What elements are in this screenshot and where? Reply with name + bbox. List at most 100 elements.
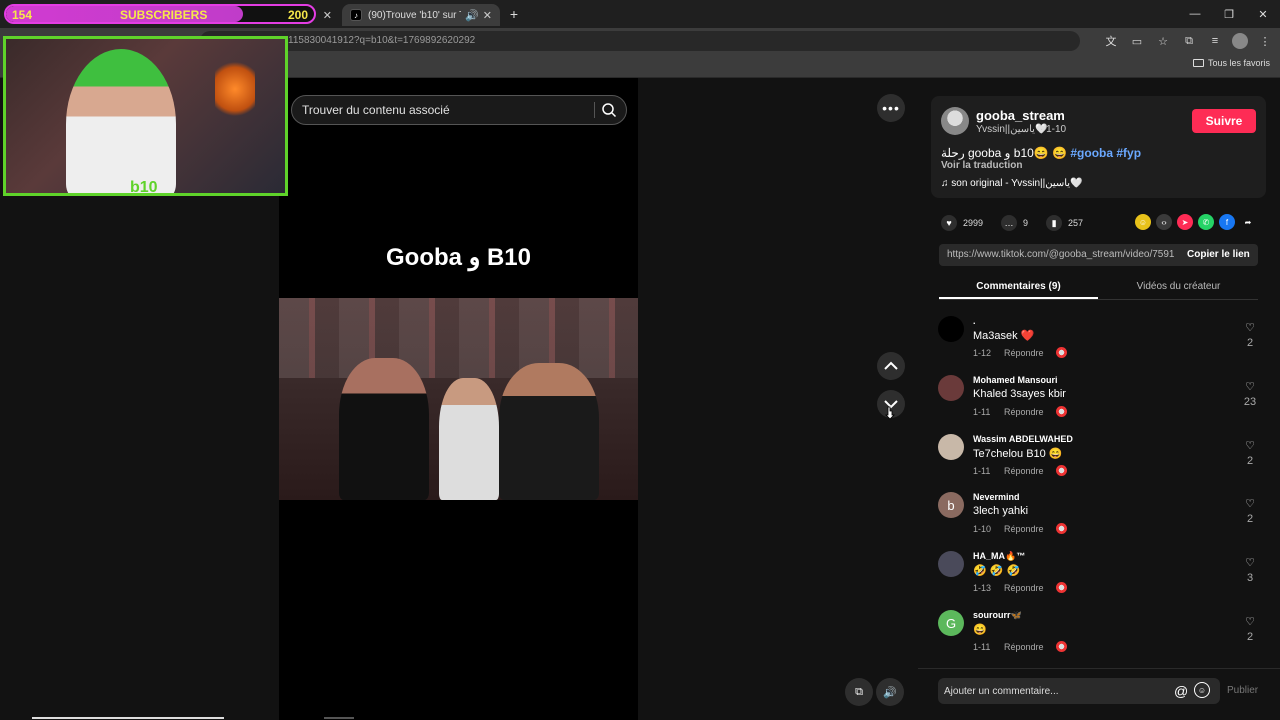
- creator-liked-icon: [1056, 406, 1067, 417]
- comment-text: 3lech yahki: [973, 505, 1029, 517]
- tab-divider: [939, 299, 1258, 300]
- new-tab-button[interactable]: +: [504, 4, 524, 24]
- post-date: · 1-10: [1040, 124, 1067, 135]
- translate-icon[interactable]: 文: [1102, 31, 1120, 51]
- comment-item: HA_MA🔥™ 🤣 🤣 🤣 1-13 Répondre ♡ 3: [938, 551, 1258, 607]
- share-icon[interactable]: ➦: [1240, 214, 1256, 230]
- music-info[interactable]: ♫ son original - Yvssin||ياسين🤍: [941, 178, 1083, 189]
- tab-comments[interactable]: Commentaires (9): [939, 281, 1098, 292]
- like-icon[interactable]: ♡: [1244, 439, 1256, 452]
- cast-icon[interactable]: ▭: [1128, 31, 1146, 51]
- emoji-icon[interactable]: ☺: [1194, 682, 1210, 698]
- commenter-avatar[interactable]: [938, 551, 964, 577]
- restore-button[interactable]: ❐: [1212, 0, 1246, 28]
- commenter-avatar[interactable]: [938, 434, 964, 460]
- extensions-icon[interactable]: ⧉: [1180, 31, 1198, 51]
- close-tab-icon[interactable]: ✕: [323, 9, 332, 22]
- video-person: [339, 358, 429, 500]
- creator-liked-icon: [1056, 465, 1067, 476]
- search-icon[interactable]: [601, 102, 617, 118]
- cursor-icon: [885, 406, 895, 420]
- creator-nickname: Yvssin||ياسين🤍: [976, 124, 1048, 135]
- all-bookmarks-button[interactable]: Tous les favoris: [1192, 58, 1270, 68]
- send-icon[interactable]: ➤: [1177, 214, 1193, 230]
- media-icon[interactable]: ≡: [1206, 31, 1224, 51]
- commenter-name[interactable]: Mohamed Mansouri: [973, 375, 1058, 385]
- whatsapp-icon[interactable]: ✆: [1198, 214, 1214, 230]
- reply-button[interactable]: Répondre: [1004, 642, 1044, 652]
- commenter-name[interactable]: Nevermind: [973, 492, 1020, 502]
- tab-creator-videos[interactable]: Vidéos du créateur: [1099, 281, 1258, 292]
- reply-button[interactable]: Répondre: [1004, 524, 1044, 534]
- reply-button[interactable]: Répondre: [1004, 407, 1044, 417]
- window-controls: — ❐ ✕: [1178, 0, 1280, 28]
- copy-link-button[interactable]: Copier le lien: [1187, 249, 1250, 260]
- mention-icon[interactable]: @: [1174, 683, 1188, 699]
- comment-item: G sourourr🦋 😄 1-11 Répondre ♡ 2: [938, 610, 1258, 666]
- subscriber-goal-bar: 154 SUBSCRIBERS 200: [4, 4, 316, 24]
- reply-button[interactable]: Répondre: [1004, 466, 1044, 476]
- commenter-avatar[interactable]: [938, 316, 964, 342]
- commenter-name[interactable]: HA_MA🔥™: [973, 551, 1025, 562]
- search-input[interactable]: [292, 96, 592, 124]
- pip-button[interactable]: ⧉: [845, 678, 873, 706]
- video-frame[interactable]: [279, 298, 638, 500]
- tab-active[interactable]: ♪ (90)Trouve 'b10' sur TikTok 🔊 ✕: [342, 4, 500, 26]
- commenter-name[interactable]: sourourr🦋: [973, 610, 1022, 621]
- related-search: [291, 95, 627, 125]
- commenter-avatar[interactable]: b: [938, 492, 964, 518]
- video-link[interactable]: https://www.tiktok.com/@gooba_stream/vid…: [947, 249, 1175, 260]
- menu-icon[interactable]: ⋮: [1256, 31, 1274, 51]
- translate-link[interactable]: Voir la traduction: [941, 160, 1023, 171]
- progress-line: [32, 717, 224, 719]
- engagement-stats: ♥ 2999 … 9 ▮ 257: [941, 213, 1101, 233]
- publish-button[interactable]: Publier: [1227, 685, 1258, 696]
- star-icon[interactable]: ☆: [1154, 31, 1172, 51]
- comment-like-count: 2: [1246, 337, 1254, 349]
- volume-button[interactable]: 🔊: [876, 678, 904, 706]
- close-tab-icon[interactable]: ✕: [483, 9, 492, 22]
- video-person: [499, 363, 599, 500]
- audio-icon[interactable]: 🔊: [465, 9, 479, 22]
- creator-username[interactable]: gooba_stream: [976, 108, 1065, 123]
- comment-icon[interactable]: …: [1001, 215, 1018, 231]
- commenter-avatar[interactable]: [938, 375, 964, 401]
- embed-icon[interactable]: ‹›: [1156, 214, 1172, 230]
- previous-video-button[interactable]: [877, 352, 905, 380]
- creator-avatar[interactable]: [941, 107, 969, 135]
- profile-avatar[interactable]: [1232, 33, 1248, 49]
- hashtags[interactable]: #gooba #fyp: [1070, 146, 1141, 160]
- like-icon[interactable]: ♡: [1244, 380, 1256, 393]
- commenter-name[interactable]: Wassim ABDELWAHED: [973, 434, 1073, 444]
- more-options-button[interactable]: •••: [877, 94, 905, 122]
- comment-date: 1-10: [973, 524, 992, 534]
- comment-text: 😄: [973, 624, 987, 636]
- minimize-button[interactable]: —: [1178, 0, 1212, 28]
- video-background: [279, 298, 638, 378]
- like-icon[interactable]: ♡: [1244, 321, 1256, 334]
- facebook-icon[interactable]: f: [1219, 214, 1235, 230]
- close-window-button[interactable]: ✕: [1246, 0, 1280, 28]
- bookmark-icon[interactable]: ▮: [1046, 215, 1063, 231]
- comment-item: Mohamed Mansouri Khaled 3sayes kbir 1-11…: [938, 375, 1258, 431]
- commenter-avatar[interactable]: G: [938, 610, 964, 636]
- webcam-logo: b10: [130, 179, 158, 196]
- heart-icon[interactable]: ♥: [941, 215, 957, 231]
- address-bar[interactable]: 115830041912?q=b10&t=1769892620292: [200, 31, 1080, 51]
- like-icon[interactable]: ♡: [1244, 556, 1256, 569]
- like-icon[interactable]: ♡: [1244, 497, 1256, 510]
- webcam-streamer: [66, 49, 176, 193]
- like-icon[interactable]: ♡: [1244, 615, 1256, 628]
- coin-icon[interactable]: ☺: [1135, 214, 1151, 230]
- creator-liked-icon: [1056, 347, 1067, 358]
- follow-button[interactable]: Suivre: [1192, 109, 1256, 133]
- comment-date: 1-12: [973, 348, 992, 358]
- commenter-name[interactable]: .: [973, 316, 976, 326]
- reply-button[interactable]: Répondre: [1004, 348, 1044, 358]
- reply-button[interactable]: Répondre: [1004, 583, 1044, 593]
- comment-text: Ma3asek ❤️: [973, 330, 1035, 342]
- creator-liked-icon: [1056, 641, 1067, 652]
- subscriber-count: 154: [12, 8, 33, 22]
- comment-input[interactable]: [944, 678, 1169, 704]
- video-title: Gooba و B10: [386, 244, 531, 271]
